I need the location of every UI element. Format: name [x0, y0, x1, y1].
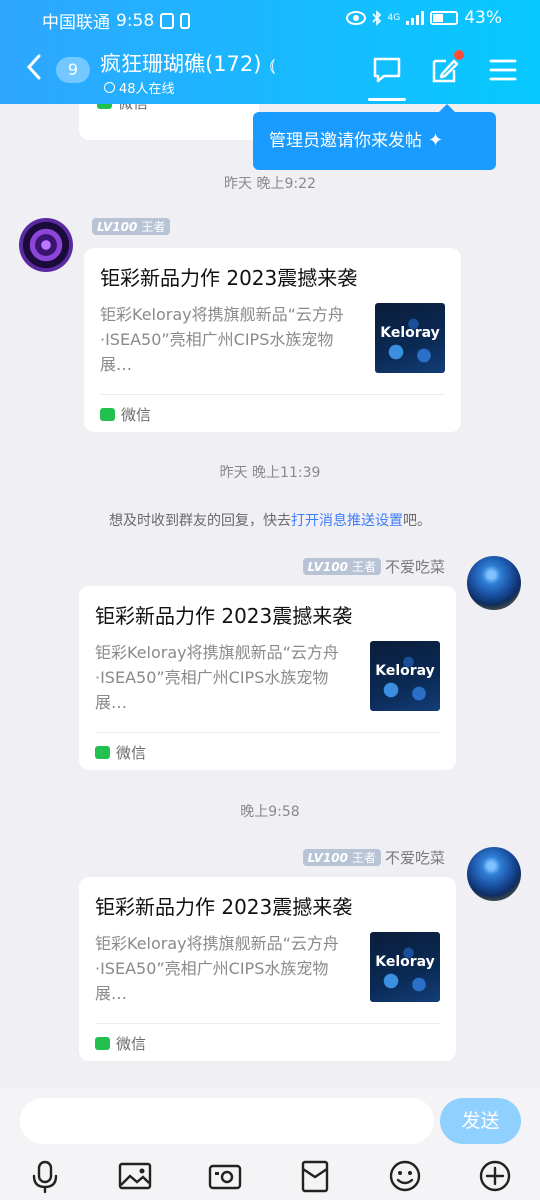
status-bar: 中国联通 9:58 4G 43%: [0, 0, 540, 36]
timestamp: 昨天 晚上9:22: [224, 176, 316, 192]
push-settings-link[interactable]: 打开消息推送设置: [291, 513, 403, 529]
sim-icon: [180, 12, 191, 29]
tab-underline: [368, 98, 406, 101]
signal-icon: [406, 11, 425, 25]
divider: [100, 394, 445, 395]
menu-icon[interactable]: [488, 56, 518, 84]
compose-icon[interactable]: [430, 56, 460, 84]
level-badge: LV100 王者: [302, 558, 381, 575]
online-label: 48人在线: [119, 82, 175, 97]
partial-message-card[interactable]: 微信: [79, 104, 259, 140]
chevron-left-icon: [26, 54, 41, 80]
divider: [95, 732, 440, 733]
level-badge: LV100 王者: [92, 218, 171, 235]
eye-icon: [345, 11, 366, 25]
battery-percent: 43%: [464, 8, 502, 28]
card-source: 微信: [100, 404, 151, 425]
divider: [95, 1023, 440, 1024]
nav-bar: 9 疯狂珊瑚礁(172) ⦅ 48人在线: [0, 40, 540, 104]
emoji-icon[interactable]: [385, 1156, 425, 1196]
card-description: 钜彩Keloray将携旗舰新品“云方舟·ISEA50”亮相广州CIPS水族宠物展…: [95, 934, 339, 1003]
wechat-icon: [100, 408, 115, 421]
avatar[interactable]: [19, 218, 73, 272]
card-description: 钜彩Keloray将携旗舰新品“云方舟·ISEA50”亮相广州CIPS水族宠物展…: [95, 643, 339, 712]
message-card[interactable]: 钜彩新品力作 2023震撼来袭 钜彩Keloray将携旗舰新品“云方舟·ISEA…: [79, 586, 456, 770]
avatar[interactable]: [467, 847, 521, 901]
red-packet-icon[interactable]: [295, 1156, 335, 1196]
bluetooth-icon: [371, 10, 381, 26]
network-type: 4G: [387, 13, 401, 23]
card-title: 钜彩新品力作 2023震撼来袭: [100, 266, 358, 290]
sender-nickname: 不爱吃菜: [384, 849, 445, 867]
chat-bubble-icon[interactable]: [372, 56, 402, 84]
notification-dot: [454, 50, 464, 60]
ear-icon[interactable]: ⦅: [269, 55, 275, 76]
image-icon[interactable]: [115, 1156, 155, 1196]
wechat-icon: [97, 104, 112, 109]
back-button[interactable]: [26, 54, 42, 87]
group-title[interactable]: 疯狂珊瑚礁(172) ⦅: [100, 48, 275, 78]
card-thumbnail: Keloray: [370, 932, 440, 1002]
card-title: 钜彩新品力作 2023震撼来袭: [95, 604, 353, 628]
wechat-icon: [95, 1037, 110, 1050]
message-card[interactable]: 钜彩新品力作 2023震撼来袭 钜彩Keloray将携旗舰新品“云方舟·ISEA…: [79, 877, 456, 1061]
sender-nickname: 不爱吃菜: [384, 558, 445, 576]
group-name: 疯狂珊瑚礁(172): [100, 52, 262, 76]
push-notice: 想及时收到群友的回复，快去打开消息推送设置吧。: [109, 513, 431, 529]
microphone-icon[interactable]: [25, 1156, 65, 1196]
online-icon: [104, 82, 115, 93]
chat-area[interactable]: 微信 昨天 晚上9:22 LV100王者 钜彩新品力作 2023震撼来袭 钜彩K…: [0, 104, 540, 1088]
card-source: 微信: [95, 1033, 146, 1054]
sender-meta: LV100 王者 不爱吃菜: [302, 847, 445, 868]
card-source: 微信: [95, 742, 146, 763]
plus-icon[interactable]: [475, 1156, 515, 1196]
admin-invite-tooltip[interactable]: 管理员邀请你来发帖 ✦: [253, 104, 496, 170]
clock: 9:58: [116, 10, 155, 31]
sender-meta: LV100 王者: [92, 218, 171, 235]
battery-icon: [430, 11, 459, 25]
wechat-icon: [95, 746, 110, 759]
timestamp: 昨天 晚上11:39: [219, 465, 321, 481]
avatar[interactable]: [467, 556, 521, 610]
message-card[interactable]: 钜彩新品力作 2023震撼来袭 钜彩Keloray将携旗舰新品“云方舟·ISEA…: [84, 248, 461, 432]
card-thumbnail: Keloray: [370, 641, 440, 711]
message-input[interactable]: [20, 1098, 434, 1144]
card-source: 微信: [97, 104, 148, 113]
card-description: 钜彩Keloray将携旗舰新品“云方舟·ISEA50”亮相广州CIPS水族宠物展…: [100, 305, 344, 374]
card-title: 钜彩新品力作 2023震撼来袭: [95, 895, 353, 919]
level-badge: LV100 王者: [302, 849, 381, 866]
header: 中国联通 9:58 4G 43% 9 疯狂珊瑚礁(172) ⦅ 48人在线: [0, 0, 540, 104]
timestamp: 晚上9:58: [240, 804, 300, 820]
shield-icon: [160, 12, 175, 29]
carrier: 中国联通: [42, 13, 110, 33]
sparkle-icon: ✦: [428, 130, 444, 151]
camera-icon[interactable]: [205, 1156, 245, 1196]
send-button[interactable]: 发送: [440, 1098, 521, 1144]
input-bar: 发送: [0, 1088, 540, 1200]
sender-meta: LV100 王者 不爱吃菜: [302, 556, 445, 577]
card-thumbnail: Keloray: [375, 303, 445, 373]
online-count: 48人在线: [104, 78, 175, 97]
unread-badge[interactable]: 9: [56, 57, 90, 83]
